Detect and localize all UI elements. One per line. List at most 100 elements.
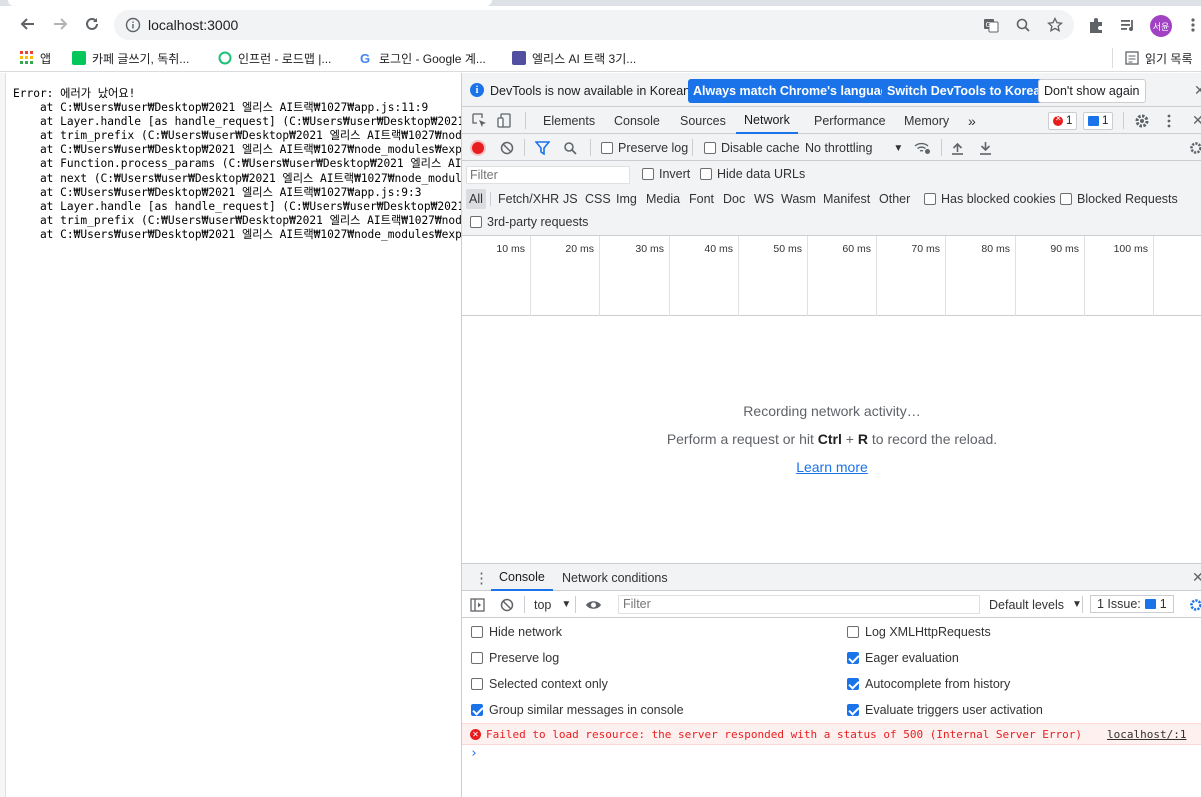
console-setting-hide-network[interactable]: Hide network [471, 624, 562, 640]
tab-elements[interactable]: Elements [543, 107, 595, 134]
console-setting-selected-context-only[interactable]: Selected context only [471, 676, 608, 692]
checkbox[interactable] [1060, 193, 1072, 205]
extensions-icon[interactable] [1086, 15, 1106, 35]
console-setting-preserve-log[interactable]: Preserve log [471, 650, 559, 666]
type-filter-all[interactable]: All [466, 189, 486, 209]
checkbox[interactable] [704, 142, 716, 154]
bookmark-inflearn[interactable]: 인프런 - 로드맵 |... [218, 49, 331, 67]
context-select[interactable]: top ▼ [534, 596, 571, 613]
url-text[interactable]: localhost:3000 [148, 17, 238, 33]
translate-icon[interactable]: G [982, 16, 1000, 34]
log-levels-select[interactable]: Default levels ▼ [989, 596, 1082, 613]
media-control-icon[interactable] [1118, 15, 1138, 35]
import-har-icon[interactable] [951, 140, 964, 156]
switch-to-korean-button[interactable]: Switch DevTools to Korean [882, 79, 1053, 103]
drawer-tab-console[interactable]: Console [491, 564, 553, 591]
type-filter-manifest[interactable]: Manifest [820, 189, 873, 209]
hide-data-urls-checkbox[interactable]: Hide data URLs [700, 166, 805, 182]
console-setting-eager-evaluation[interactable]: Eager evaluation [847, 650, 959, 666]
more-tabs-button[interactable]: » [968, 107, 976, 134]
console-setting-group-similar-messages-in-console[interactable]: Group similar messages in console [471, 702, 684, 718]
tab-console[interactable]: Console [614, 107, 660, 134]
back-button[interactable] [14, 10, 42, 38]
bookmark-apps[interactable]: 앱 [20, 49, 51, 67]
show-sidebar-icon[interactable] [470, 596, 485, 613]
console-setting-evaluate-triggers-user-activation[interactable]: Evaluate triggers user activation [847, 702, 1043, 718]
reading-list[interactable]: 읽기 목록 [1125, 49, 1193, 67]
tab-performance[interactable]: Performance [814, 107, 886, 134]
checkbox[interactable] [642, 168, 654, 180]
bookmark-elice[interactable]: 엘리스 AI 트랙 3기... [512, 49, 636, 67]
record-icon[interactable] [472, 140, 484, 156]
always-match-language-button[interactable]: Always match Chrome's language [688, 79, 901, 103]
customize-menu-icon[interactable] [1167, 107, 1171, 134]
issue-count-badge[interactable]: 1 [1083, 112, 1114, 130]
tab-sources[interactable]: Sources [680, 107, 726, 134]
zoom-icon[interactable] [1014, 16, 1032, 34]
drawer-menu-icon[interactable]: ⋮ [474, 564, 489, 591]
bookmark-star-icon[interactable] [1046, 16, 1064, 34]
checkbox[interactable] [601, 142, 613, 154]
type-filter-wasm[interactable]: Wasm [778, 189, 819, 209]
tab-memory[interactable]: Memory [904, 107, 949, 134]
clear-icon[interactable] [500, 140, 514, 156]
reload-button[interactable] [78, 10, 106, 38]
checkbox[interactable] [471, 652, 483, 664]
blocked-requests-checkbox[interactable]: Blocked Requests [1060, 191, 1178, 207]
inspect-element-icon[interactable] [472, 107, 487, 134]
type-filter-font[interactable]: Font [686, 189, 717, 209]
checkbox[interactable] [471, 678, 483, 690]
type-filter-img[interactable]: Img [613, 189, 640, 209]
checkbox[interactable] [700, 168, 712, 180]
throttling-select[interactable]: No throttling ▼ [805, 140, 903, 156]
info-icon[interactable] [124, 16, 142, 34]
bookmark-naver-cafe[interactable]: 카페 글쓰기, 독취... [72, 49, 189, 67]
dont-show-again-button[interactable]: Don't show again [1038, 79, 1146, 103]
preserve-log-checkbox[interactable]: Preserve log [601, 140, 688, 156]
checkbox[interactable] [847, 626, 859, 638]
third-party-requests-checkbox[interactable]: 3rd-party requests [470, 214, 588, 230]
checkbox[interactable] [847, 652, 859, 664]
filter-funnel-icon[interactable] [535, 140, 550, 156]
checkbox[interactable] [471, 704, 483, 716]
live-expression-eye-icon[interactable] [585, 596, 602, 613]
console-filter-input[interactable]: Filter [618, 595, 980, 614]
checkbox[interactable] [847, 678, 859, 690]
learn-more-link[interactable]: Learn more [462, 459, 1201, 475]
settings-gear-icon[interactable] [1134, 107, 1150, 134]
checkbox[interactable] [470, 216, 482, 228]
type-filter-js[interactable]: JS [560, 189, 581, 209]
search-icon[interactable] [563, 140, 577, 156]
console-settings-icon[interactable] [1189, 596, 1201, 613]
close-icon[interactable]: ✕ [1194, 82, 1201, 99]
error-source-link[interactable]: localhost/:1 [1107, 728, 1186, 741]
type-filter-css[interactable]: CSS [582, 189, 614, 209]
address-bar[interactable]: localhost:3000 G [114, 10, 1074, 40]
has-blocked-cookies-checkbox[interactable]: Has blocked cookies [924, 191, 1056, 207]
close-drawer-icon[interactable]: ✕ [1192, 564, 1201, 591]
profile-avatar[interactable]: 서윤 [1150, 15, 1172, 37]
checkbox[interactable] [471, 626, 483, 638]
type-filter-doc[interactable]: Doc [720, 189, 748, 209]
network-overview-timeline[interactable]: 10 ms 20 ms 30 ms 40 ms 50 ms 60 ms 70 ms 80 ms… [462, 236, 1201, 316]
network-settings-icon[interactable] [1189, 140, 1201, 156]
forward-button[interactable] [46, 10, 74, 38]
device-toolbar-icon[interactable] [497, 107, 512, 134]
more-menu-icon[interactable] [1183, 15, 1201, 35]
clear-console-icon[interactable] [500, 596, 514, 613]
disable-cache-checkbox[interactable]: Disable cache [704, 140, 800, 156]
type-filter-other[interactable]: Other [876, 189, 913, 209]
network-conditions-icon[interactable] [914, 140, 931, 156]
tab-network[interactable]: Network [736, 107, 798, 134]
checkbox[interactable] [924, 193, 936, 205]
console-setting-autocomplete-from-history[interactable]: Autocomplete from history [847, 676, 1010, 692]
error-count-badge[interactable]: ✕ 1 [1048, 112, 1078, 130]
invert-checkbox[interactable]: Invert [642, 166, 690, 182]
network-filter-input[interactable]: Filter [466, 166, 630, 184]
close-devtools-icon[interactable]: ✕ [1192, 107, 1201, 134]
type-filter-fetch-xhr[interactable]: Fetch/XHR [495, 189, 562, 209]
console-setting-log-xmlhttprequests[interactable]: Log XMLHttpRequests [847, 624, 991, 640]
bookmark-google-login[interactable]: G 로그인 - Google 계... [359, 49, 486, 67]
issues-button[interactable]: 1 Issue: 1 [1090, 595, 1174, 613]
console-prompt[interactable]: › [470, 746, 478, 761]
